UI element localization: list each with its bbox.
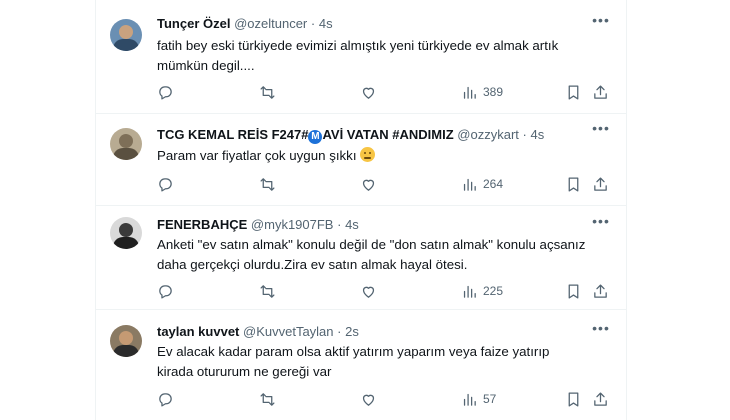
like-button[interactable] xyxy=(360,83,377,101)
views-count: 57 xyxy=(483,392,497,406)
views-button[interactable]: 57 xyxy=(461,390,496,408)
heart-icon xyxy=(362,179,375,191)
retweet-button[interactable] xyxy=(259,390,276,408)
author-handle[interactable]: @ozzykart xyxy=(457,127,519,142)
heart-icon xyxy=(362,394,375,406)
retweet-icon xyxy=(260,284,275,298)
views-bar-icon xyxy=(463,285,476,298)
tweet-header: FENERBAHÇE @myk1907FB · 4s xyxy=(157,217,359,233)
tweet-header: TCG KEMAL REİS F247# M AVİ VATAN #ANDIMIZ … xyxy=(157,127,544,144)
heart-icon xyxy=(362,286,375,298)
retweet-button[interactable] xyxy=(259,282,276,300)
bookmark-button[interactable] xyxy=(565,390,582,408)
timeline: Tunçer Özel @ozeltuncer · 4s ••• fatih b… xyxy=(95,0,627,420)
separator-dot: · xyxy=(310,16,316,31)
views-count: 225 xyxy=(483,284,504,298)
reply-button[interactable] xyxy=(157,83,174,101)
more-dots-icon[interactable]: ••• xyxy=(592,214,610,233)
like-button[interactable] xyxy=(360,175,377,193)
reply-icon xyxy=(159,85,172,100)
m-badge-icon: M xyxy=(308,130,323,144)
bookmark-icon xyxy=(568,283,579,299)
avatar[interactable] xyxy=(110,217,142,249)
author-name[interactable]: taylan kuvvet xyxy=(157,324,239,339)
bookmark-icon xyxy=(568,84,579,100)
tweet-text: Ev alacak kadar param olsa aktif yatırım… xyxy=(157,344,550,379)
bookmark-icon xyxy=(568,391,579,407)
like-button[interactable] xyxy=(360,390,377,408)
share-button[interactable] xyxy=(592,282,609,300)
timestamp[interactable]: 2s xyxy=(345,324,359,339)
action-bar: 264 xyxy=(96,175,626,193)
reply-button[interactable] xyxy=(157,390,174,408)
share-icon xyxy=(594,176,607,191)
separator-dot: · xyxy=(337,324,342,339)
timestamp[interactable]: 4s xyxy=(531,127,545,142)
views-count: 264 xyxy=(483,177,504,191)
views-count: 389 xyxy=(483,85,504,99)
share-button[interactable] xyxy=(592,175,609,193)
reply-icon xyxy=(159,284,172,299)
bookmark-button[interactable] xyxy=(565,282,582,300)
author-handle[interactable]: @myk1907FB xyxy=(251,217,334,232)
timestamp[interactable]: 4s xyxy=(345,217,359,232)
more-dots-icon[interactable]: ••• xyxy=(592,321,610,340)
action-bar: 57 xyxy=(96,390,626,408)
bookmark-icon xyxy=(568,176,579,192)
views-bar-icon xyxy=(463,393,476,406)
retweet-button[interactable] xyxy=(259,175,276,193)
views-bar-icon xyxy=(463,178,476,191)
retweet-button[interactable] xyxy=(259,83,276,101)
tweet-text: Param var fiyatlar çok uygun şıkkı xyxy=(157,146,587,166)
action-bar: 389 xyxy=(96,83,626,101)
reply-icon xyxy=(159,177,172,192)
tweet-header: Tunçer Özel @ozeltuncer · 4s xyxy=(157,16,333,32)
tweet-text: fatih bey eski türkiyede evimizi almıştı… xyxy=(157,38,559,73)
avatar[interactable] xyxy=(110,128,142,160)
avatar[interactable] xyxy=(110,325,142,357)
bookmark-button[interactable] xyxy=(565,175,582,193)
avatar[interactable] xyxy=(110,19,142,51)
author-name[interactable]: FENERBAHÇE xyxy=(157,217,247,232)
tweet[interactable]: Tunçer Özel @ozeltuncer · 4s ••• fatih b… xyxy=(96,0,626,114)
views-button[interactable]: 389 xyxy=(461,83,503,101)
author-handle[interactable]: @KuvvetTaylan xyxy=(243,324,334,339)
views-button[interactable]: 225 xyxy=(461,282,503,300)
reply-button[interactable] xyxy=(157,282,174,300)
separator-dot: · xyxy=(337,217,342,232)
tweet[interactable]: taylan kuvvet @KuvvetTaylan · 2s ••• Ev … xyxy=(96,310,626,420)
timestamp[interactable]: 4s xyxy=(319,16,333,31)
retweet-icon xyxy=(260,392,275,406)
author-handle[interactable]: @ozeltuncer xyxy=(234,16,307,31)
heart-icon xyxy=(362,87,375,99)
thinking-face-icon xyxy=(359,147,375,162)
reply-icon xyxy=(159,392,172,407)
author-name[interactable]: TCG KEMAL REİS F247# M AVİ VATAN #ANDIMIZ xyxy=(157,127,454,144)
tweet-text: Anketi "ev satın almak" konulu değil de … xyxy=(157,237,586,272)
share-icon xyxy=(594,84,607,99)
tweet-header: taylan kuvvet @KuvvetTaylan · 2s xyxy=(157,324,359,340)
author-name[interactable]: Tunçer Özel xyxy=(157,16,230,31)
bookmark-button[interactable] xyxy=(565,83,582,101)
share-button[interactable] xyxy=(592,83,609,101)
separator-dot: · xyxy=(522,127,527,142)
action-bar: 225 xyxy=(96,282,626,300)
more-dots-icon[interactable]: ••• xyxy=(592,13,610,32)
like-button[interactable] xyxy=(360,282,377,300)
reply-button[interactable] xyxy=(157,175,174,193)
views-bar-icon xyxy=(463,86,476,99)
tweet[interactable]: TCG KEMAL REİS F247# M AVİ VATAN #ANDIMIZ … xyxy=(96,114,626,206)
share-icon xyxy=(594,283,607,298)
more-dots-icon[interactable]: ••• xyxy=(592,121,610,140)
tweet[interactable]: FENERBAHÇE @myk1907FB · 4s ••• Anketi "e… xyxy=(96,206,626,310)
retweet-icon xyxy=(260,85,275,99)
share-icon xyxy=(594,391,607,406)
share-button[interactable] xyxy=(592,390,609,408)
retweet-icon xyxy=(260,177,275,191)
views-button[interactable]: 264 xyxy=(461,175,503,193)
